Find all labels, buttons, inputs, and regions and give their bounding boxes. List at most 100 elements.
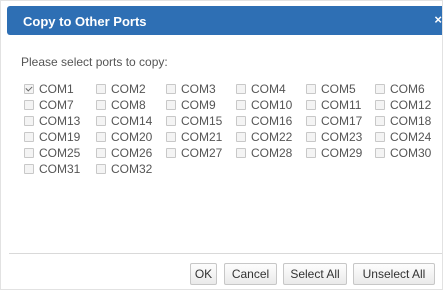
port-option-com28[interactable]: COM28 [236, 146, 292, 160]
port-option-com22[interactable]: COM22 [236, 130, 292, 144]
port-option-com25[interactable]: COM25 [24, 146, 80, 160]
port-label: COM21 [181, 130, 223, 144]
port-option-com21[interactable]: COM21 [166, 130, 222, 144]
unselect-all-button[interactable]: Unselect All [353, 263, 435, 285]
cancel-button[interactable]: Cancel [224, 263, 277, 285]
port-label: COM23 [321, 130, 363, 144]
port-checkbox[interactable] [375, 148, 385, 158]
port-checkbox[interactable] [236, 100, 246, 110]
port-label: COM10 [251, 98, 293, 112]
port-label: COM14 [111, 114, 153, 128]
port-checkbox[interactable] [96, 116, 106, 126]
port-checkbox[interactable] [24, 100, 34, 110]
port-option-com4[interactable]: COM4 [236, 82, 286, 96]
port-checkbox[interactable] [306, 148, 316, 158]
port-checkbox[interactable] [375, 84, 385, 94]
port-option-com6[interactable]: COM6 [375, 82, 425, 96]
port-label: COM32 [111, 162, 153, 176]
port-label: COM25 [39, 146, 81, 160]
port-checkbox[interactable] [306, 116, 316, 126]
port-option-com3[interactable]: COM3 [166, 82, 216, 96]
port-checkbox[interactable] [96, 132, 106, 142]
port-checkbox[interactable] [166, 116, 176, 126]
port-label: COM7 [39, 98, 74, 112]
port-checkbox[interactable] [24, 148, 34, 158]
port-label: COM26 [111, 146, 153, 160]
port-label: COM16 [251, 114, 293, 128]
port-checkbox[interactable] [166, 84, 176, 94]
port-label: COM17 [321, 114, 363, 128]
port-checkbox[interactable] [96, 84, 106, 94]
port-option-com1[interactable]: COM1 [24, 82, 74, 96]
port-option-com9[interactable]: COM9 [166, 98, 216, 112]
port-checkbox[interactable] [236, 132, 246, 142]
port-label: COM28 [251, 146, 293, 160]
port-checkbox[interactable] [375, 100, 385, 110]
port-label: COM3 [181, 82, 216, 96]
port-checkbox[interactable] [96, 100, 106, 110]
port-option-com12[interactable]: COM12 [375, 98, 431, 112]
port-checkbox[interactable] [166, 132, 176, 142]
port-label: COM30 [390, 146, 432, 160]
port-label: COM2 [111, 82, 146, 96]
port-option-com16[interactable]: COM16 [236, 114, 292, 128]
port-label: COM24 [390, 130, 432, 144]
port-checkbox[interactable] [306, 84, 316, 94]
port-label: COM15 [181, 114, 223, 128]
port-label: COM22 [251, 130, 293, 144]
port-option-com5[interactable]: COM5 [306, 82, 356, 96]
port-checkbox[interactable] [24, 84, 34, 94]
port-option-com29[interactable]: COM29 [306, 146, 362, 160]
port-checkbox[interactable] [166, 148, 176, 158]
port-option-com13[interactable]: COM13 [24, 114, 80, 128]
port-option-com19[interactable]: COM19 [24, 130, 80, 144]
port-label: COM29 [321, 146, 363, 160]
port-option-com2[interactable]: COM2 [96, 82, 146, 96]
close-icon[interactable]: × [434, 12, 442, 27]
select-all-button[interactable]: Select All [283, 263, 347, 285]
port-option-com27[interactable]: COM27 [166, 146, 222, 160]
dialog-title: Copy to Other Ports [23, 14, 147, 29]
port-label: COM9 [181, 98, 216, 112]
port-option-com20[interactable]: COM20 [96, 130, 152, 144]
port-option-com23[interactable]: COM23 [306, 130, 362, 144]
port-option-com15[interactable]: COM15 [166, 114, 222, 128]
port-option-com14[interactable]: COM14 [96, 114, 152, 128]
port-checkbox[interactable] [306, 132, 316, 142]
port-option-com26[interactable]: COM26 [96, 146, 152, 160]
port-option-com10[interactable]: COM10 [236, 98, 292, 112]
port-checkbox[interactable] [306, 100, 316, 110]
port-checkbox[interactable] [166, 100, 176, 110]
port-label: COM11 [321, 98, 362, 112]
port-label: COM6 [390, 82, 425, 96]
port-checkbox[interactable] [24, 132, 34, 142]
port-option-com7[interactable]: COM7 [24, 98, 74, 112]
copy-ports-dialog: Copy to Other Ports × Please select port… [0, 0, 443, 290]
port-checkbox[interactable] [96, 148, 106, 158]
port-checkbox[interactable] [236, 116, 246, 126]
port-option-com30[interactable]: COM30 [375, 146, 431, 160]
port-option-com32[interactable]: COM32 [96, 162, 152, 176]
port-option-com18[interactable]: COM18 [375, 114, 431, 128]
port-checkbox[interactable] [24, 116, 34, 126]
port-option-com11[interactable]: COM11 [306, 98, 361, 112]
port-checkbox[interactable] [236, 84, 246, 94]
port-option-com8[interactable]: COM8 [96, 98, 146, 112]
port-label: COM20 [111, 130, 153, 144]
port-label: COM19 [39, 130, 81, 144]
port-label: COM4 [251, 82, 286, 96]
port-label: COM18 [390, 114, 432, 128]
port-checkbox[interactable] [375, 116, 385, 126]
port-label: COM1 [39, 82, 74, 96]
ok-button[interactable]: OK [190, 263, 217, 285]
select-ports-prompt: Please select ports to copy: [21, 55, 168, 69]
port-label: COM27 [181, 146, 223, 160]
port-checkbox[interactable] [375, 132, 385, 142]
port-label: COM31 [39, 162, 81, 176]
port-checkbox[interactable] [96, 164, 106, 174]
port-option-com17[interactable]: COM17 [306, 114, 362, 128]
port-option-com24[interactable]: COM24 [375, 130, 431, 144]
port-checkbox[interactable] [24, 164, 34, 174]
port-option-com31[interactable]: COM31 [24, 162, 80, 176]
port-checkbox[interactable] [236, 148, 246, 158]
